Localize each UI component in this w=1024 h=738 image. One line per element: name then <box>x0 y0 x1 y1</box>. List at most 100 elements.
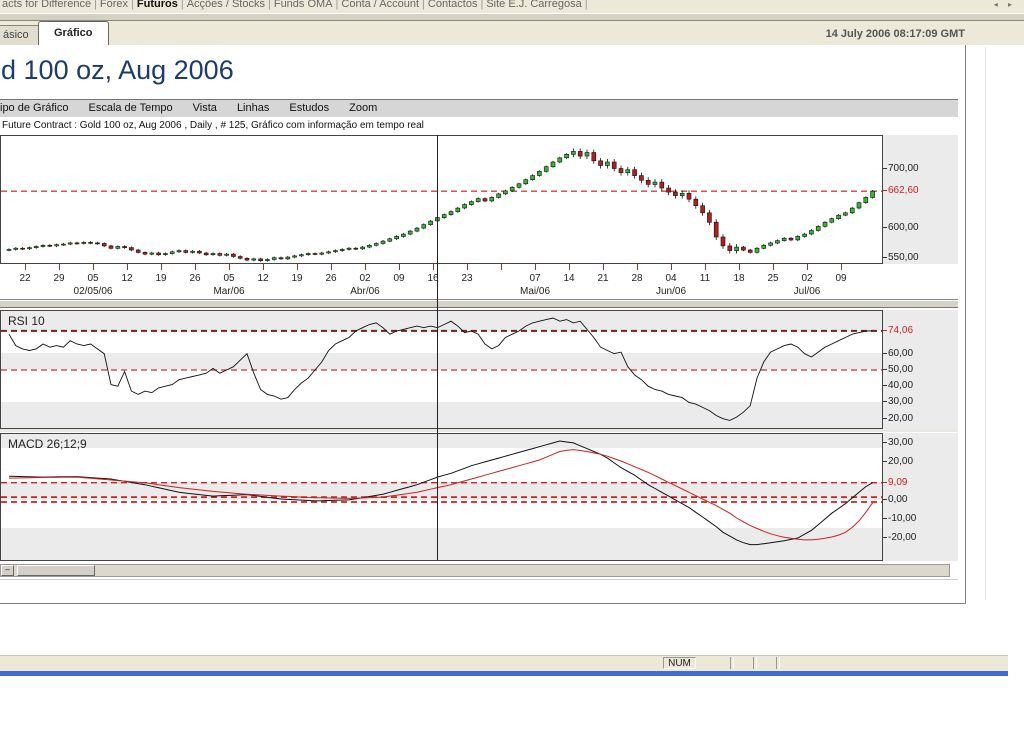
date-label: 23 <box>454 273 480 284</box>
macd-axis: 30,0020,009,090,00-10,00-20,00 <box>883 433 958 561</box>
menu-item-vista[interactable]: Vista <box>193 102 217 114</box>
tab-basico[interactable]: ásico <box>0 25 42 45</box>
content-bottom-border <box>0 603 966 604</box>
nav-item-ac-es-stocks[interactable]: Acções / Stocks <box>187 0 265 10</box>
menu-item-ipo-de-gr-fico[interactable]: ipo de Gráfico <box>0 102 68 114</box>
nav-separator: | <box>178 0 187 10</box>
status-divider <box>730 657 734 669</box>
nav-item-acts-for-difference[interactable]: acts for Difference <box>2 0 91 10</box>
date-tick <box>59 264 60 270</box>
macd-axis-label--10: -10,00 <box>883 513 916 524</box>
date-tick <box>807 264 808 270</box>
date-tick <box>841 264 842 270</box>
nav-item-site-e-j-carregosa[interactable]: Site E.J. Carregosa <box>486 0 581 10</box>
tab-row: ásico Gráfico 14 July 2006 08:17:09 GMT <box>0 21 1024 45</box>
nav-scroll-arrows-icon[interactable]: ◂ ▸ <box>994 0 1016 9</box>
date-tick <box>705 264 706 270</box>
date-tick <box>331 264 332 270</box>
date-tick <box>637 264 638 270</box>
rsi-axis-label-20: 20,00 <box>883 413 913 424</box>
chart-menubar: ipo de Gráfico Escala de Tempo Vista Linhas… <box>0 99 958 117</box>
scrollbar-split-button[interactable]: – <box>1 565 14 576</box>
date-label: 18 <box>726 273 752 284</box>
chart-widget: 700,00662,60600,00550,00 22290502/05/061… <box>0 135 958 585</box>
month-label: 02/05/06 <box>63 286 123 297</box>
date-label: 29 <box>46 273 72 284</box>
date-label: 19 <box>284 273 310 284</box>
nav-separator: | <box>582 0 591 10</box>
bottom-blue-bar <box>0 671 1008 676</box>
candle-axis-label-700: 700,00 <box>883 163 919 174</box>
chart-horizontal-scrollbar[interactable]: – <box>0 564 950 577</box>
rsi-label: RSI 10 <box>8 314 45 328</box>
status-bar: uído NUM <box>0 655 1008 671</box>
rsi-axis-label-50: 50,00 <box>883 364 913 375</box>
date-label: 12 <box>114 273 140 284</box>
month-label: Abr/06 <box>335 286 395 297</box>
menu-item-zoom[interactable]: Zoom <box>349 102 377 114</box>
panel-gap <box>0 429 958 432</box>
candle-axis-label-662.6: 662,60 <box>883 185 919 196</box>
num-lock-indicator: NUM <box>663 657 696 669</box>
date-tick <box>195 264 196 270</box>
nav-item-contactos[interactable]: Contactos <box>428 0 478 10</box>
date-tick <box>25 264 26 270</box>
date-tick <box>603 264 604 270</box>
candle-axis-label-600: 600,00 <box>883 222 919 233</box>
timestamp: 14 July 2006 08:17:09 GMT <box>826 28 965 40</box>
menu-item-linhas[interactable]: Linhas <box>237 102 269 114</box>
macd-panel[interactable]: MACD 26;12;9 <box>0 433 883 561</box>
header-separator <box>0 13 1024 21</box>
macd-axis-label-20: 20,00 <box>883 456 913 467</box>
nav-separator: | <box>91 0 100 10</box>
top-navigation: acts for Difference|Forex|Futuros|Acções… <box>0 0 1024 13</box>
status-divider <box>776 657 780 669</box>
date-tick <box>773 264 774 270</box>
date-label: 22 <box>12 273 38 284</box>
nav-items: acts for Difference|Forex|Futuros|Acções… <box>0 0 1024 10</box>
date-tick <box>297 264 298 270</box>
status-divider <box>753 657 757 669</box>
menu-item-escala-de-tempo[interactable]: Escala de Tempo <box>88 102 172 114</box>
date-label: 14 <box>556 273 582 284</box>
screen: acts for Difference|Forex|Futuros|Acções… <box>0 0 1024 738</box>
chart-bottom-edge <box>0 579 958 580</box>
date-tick <box>467 264 468 270</box>
date-label: 26 <box>182 273 208 284</box>
date-label: 02 <box>794 273 820 284</box>
date-tick <box>161 264 162 270</box>
date-label: 21 <box>590 273 616 284</box>
faint-vertical-line <box>985 47 986 600</box>
date-tick <box>535 264 536 270</box>
menu-item-estudos[interactable]: Estudos <box>289 102 329 114</box>
date-tick <box>93 264 94 270</box>
contract-info-line: Future Contract : Gold 100 oz, Aug 2006 … <box>2 120 424 131</box>
date-label: 12 <box>250 273 276 284</box>
date-label: 11 <box>692 273 718 284</box>
nav-item-conta-account[interactable]: Conta / Account <box>341 0 419 10</box>
content-right-border <box>965 45 966 604</box>
nav-item-futuros[interactable]: Futuros <box>137 0 178 10</box>
panel-splitter[interactable] <box>0 299 958 308</box>
month-label: Mai/06 <box>505 286 565 297</box>
month-label: Jul/06 <box>777 286 837 297</box>
rsi-panel[interactable]: RSI 10 <box>0 310 883 429</box>
nav-item-funds-oma[interactable]: Funds OMA <box>274 0 333 10</box>
date-label: 09 <box>828 273 854 284</box>
rsi-axis-label-40: 40,00 <box>883 380 913 391</box>
candlestick-panel[interactable] <box>0 135 883 264</box>
date-tick <box>569 264 570 270</box>
month-label: Mar/06 <box>199 286 259 297</box>
scrollbar-thumb[interactable] <box>17 565 95 576</box>
date-tick <box>127 264 128 270</box>
nav-separator: | <box>265 0 274 10</box>
date-label: 16 <box>420 273 446 284</box>
date-tick <box>501 264 502 270</box>
month-label: Jun/06 <box>641 286 701 297</box>
tab-grafico[interactable]: Gráfico <box>38 21 109 45</box>
date-axis-ticks <box>0 264 881 270</box>
date-tick <box>229 264 230 270</box>
nav-item-forex[interactable]: Forex <box>100 0 128 10</box>
macd-axis-label--20: -20,00 <box>883 532 916 543</box>
date-label: 26 <box>318 273 344 284</box>
